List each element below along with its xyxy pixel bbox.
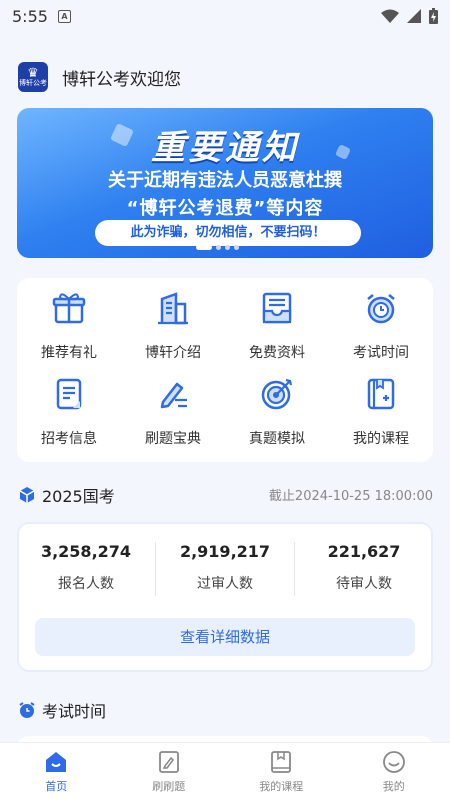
pagination-dot-active[interactable] bbox=[196, 245, 212, 250]
exam-stats-card: 3,258,274 报名人数 2,919,217 过审人数 221,627 待审… bbox=[17, 522, 433, 672]
exam-deadline: 截止2024-10-25 18:00:00 bbox=[268, 489, 433, 504]
tab-profile[interactable]: 我的 bbox=[338, 743, 450, 801]
cube-icon bbox=[19, 487, 35, 503]
banner-pagination[interactable] bbox=[196, 245, 239, 250]
signal-icon bbox=[407, 9, 421, 23]
feature-label: 我的课程 bbox=[353, 431, 409, 447]
stat-value: 2,919,217 bbox=[179, 542, 271, 561]
feature-intro[interactable]: 博轩介绍 bbox=[121, 288, 225, 374]
stat-value: 221,627 bbox=[327, 542, 401, 561]
battery-icon bbox=[429, 8, 438, 24]
view-details-button[interactable]: 查看详细数据 bbox=[35, 618, 415, 656]
app-logo: ♛ 博轩公考 bbox=[18, 62, 48, 92]
feature-grid-card: 推荐有礼 博轩介绍 免费资料 考试时间 招考信息 刷题宝典 真题模拟 我的课程 bbox=[17, 278, 433, 462]
tab-label: 我的 bbox=[382, 780, 405, 793]
profile-icon bbox=[381, 749, 407, 775]
pagination-dot[interactable] bbox=[234, 245, 239, 250]
wifi-icon bbox=[381, 9, 399, 23]
document-icon bbox=[49, 374, 89, 414]
feature-label: 博轩介绍 bbox=[145, 345, 201, 361]
banner-line-1: 关于近期有违法人员恶意杜撰 bbox=[108, 170, 342, 191]
bottom-tab-bar: 首页 刷刷题 我的课程 我的 bbox=[0, 742, 450, 801]
stat-value: 3,258,274 bbox=[40, 542, 132, 561]
status-icons bbox=[381, 8, 438, 24]
logo-text: 博轩公考 bbox=[19, 79, 47, 87]
exam-section-label: 2025国考 bbox=[42, 487, 115, 506]
course-icon bbox=[268, 749, 294, 775]
banner-line-2: “博轩公考退费”等内容 bbox=[126, 198, 324, 219]
exam-section-title: 2025国考 bbox=[18, 483, 115, 507]
feature-mock-exam[interactable]: 真题模拟 bbox=[225, 374, 329, 460]
tab-label: 刷刷题 bbox=[152, 780, 186, 793]
status-bar: 5:55 A bbox=[0, 0, 450, 32]
book-icon bbox=[361, 374, 401, 414]
notice-banner[interactable]: 重要通知 关于近期有违法人员恶意杜撰 “博轩公考退费”等内容 此为诈骗，切勿相信… bbox=[17, 108, 433, 258]
tray-icon bbox=[257, 288, 297, 328]
tab-home[interactable]: 首页 bbox=[0, 743, 113, 801]
welcome-title: 博轩公考欢迎您 bbox=[62, 69, 181, 90]
feature-question-bank[interactable]: 刷题宝典 bbox=[121, 374, 225, 460]
stat-label: 过审人数 bbox=[197, 576, 253, 592]
tab-label: 我的课程 bbox=[259, 780, 304, 793]
target-icon bbox=[257, 374, 297, 414]
pagination-dot[interactable] bbox=[216, 245, 221, 250]
feature-label: 刷题宝典 bbox=[145, 431, 201, 447]
quiz-icon bbox=[156, 749, 182, 775]
tab-my-courses[interactable]: 我的课程 bbox=[225, 743, 338, 801]
time-section-title: 考试时间 bbox=[18, 698, 106, 722]
stat-label: 报名人数 bbox=[58, 576, 114, 592]
stat-pending: 221,627 待审人数 bbox=[294, 542, 433, 596]
feature-label: 真题模拟 bbox=[249, 431, 305, 447]
tab-label: 首页 bbox=[45, 780, 68, 793]
stat-approved: 2,919,217 过审人数 bbox=[155, 542, 294, 596]
feature-my-courses[interactable]: 我的课程 bbox=[329, 374, 433, 460]
tab-quiz[interactable]: 刷刷题 bbox=[113, 743, 226, 801]
stat-label: 待审人数 bbox=[336, 576, 392, 592]
feature-grid: 推荐有礼 博轩介绍 免费资料 考试时间 招考信息 刷题宝典 真题模拟 我的课程 bbox=[17, 278, 433, 460]
time-section-label: 考试时间 bbox=[42, 702, 107, 721]
banner-headline: 重要通知 bbox=[151, 128, 299, 168]
stats-row: 3,258,274 报名人数 2,919,217 过审人数 221,627 待审… bbox=[17, 522, 433, 596]
home-icon bbox=[43, 749, 69, 775]
pen-icon bbox=[153, 374, 193, 414]
status-time: 5:55 bbox=[12, 6, 48, 26]
feature-recruit-info[interactable]: 招考信息 bbox=[17, 374, 121, 460]
feature-exam-time[interactable]: 考试时间 bbox=[329, 288, 433, 374]
sim-icon: A bbox=[57, 9, 71, 23]
stat-registered: 3,258,274 报名人数 bbox=[17, 542, 155, 596]
app-header: ♛ 博轩公考 博轩公考欢迎您 bbox=[18, 62, 181, 92]
pagination-dot[interactable] bbox=[225, 245, 230, 250]
banner-warning-pill: 此为诈骗，切勿相信，不要扫码！ bbox=[95, 220, 361, 246]
feature-label: 招考信息 bbox=[41, 431, 97, 447]
feature-label: 推荐有礼 bbox=[41, 345, 97, 361]
feature-recommend[interactable]: 推荐有礼 bbox=[17, 288, 121, 374]
gift-icon bbox=[49, 288, 89, 328]
building-icon bbox=[153, 288, 193, 328]
feature-label: 免费资料 bbox=[249, 345, 305, 361]
feature-free-materials[interactable]: 免费资料 bbox=[225, 288, 329, 374]
alarm-clock-icon bbox=[361, 288, 401, 328]
alarm-clock-icon bbox=[19, 702, 35, 718]
feature-label: 考试时间 bbox=[353, 345, 409, 361]
